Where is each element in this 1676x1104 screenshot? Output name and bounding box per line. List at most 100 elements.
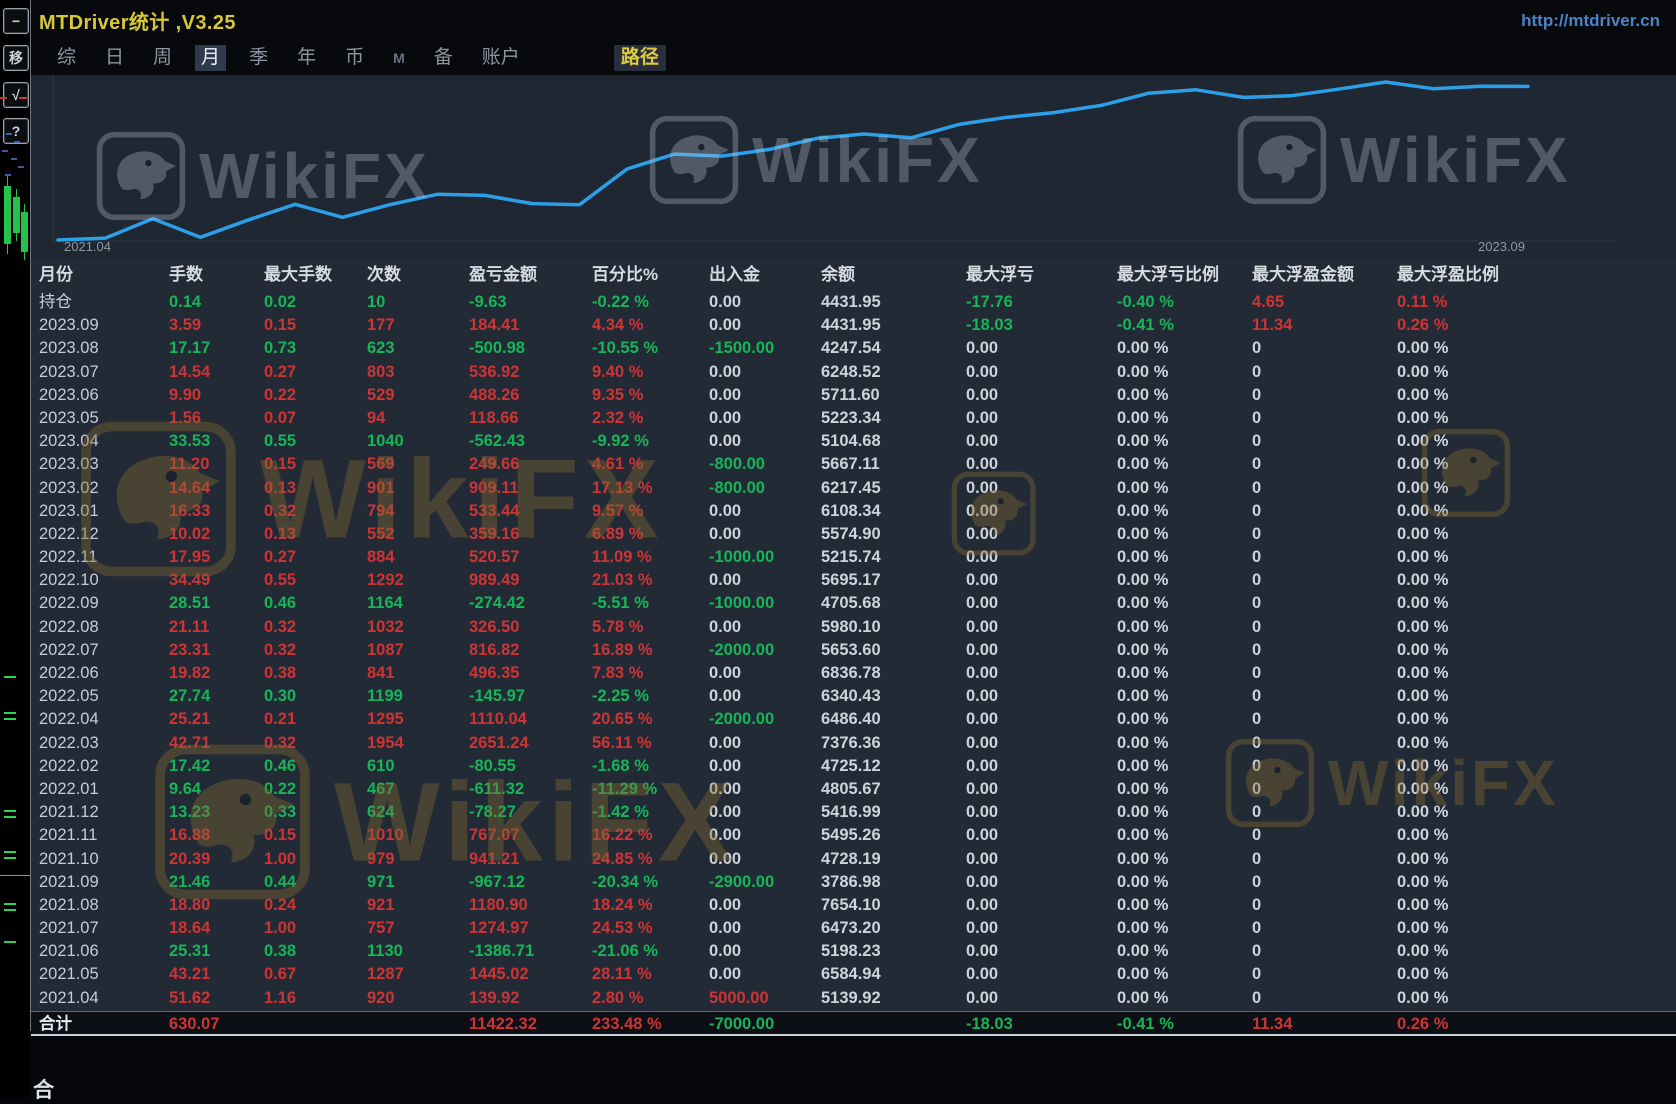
menu-item-monthly[interactable]: 月: [195, 45, 226, 71]
cell-pnl: 184.41: [469, 314, 592, 337]
cell-lots: 23.31: [169, 639, 264, 662]
cell-pct: -5.51 %: [592, 592, 709, 615]
cell-max-float-loss: 0.00: [966, 407, 1117, 430]
cell-pct: -20.34 %: [592, 871, 709, 894]
cell-month: 2022.03: [39, 732, 169, 755]
menu-item-yearly[interactable]: 年: [291, 45, 322, 71]
cell-pct: 56.11 %: [592, 732, 709, 755]
cell-lots: 14.54: [169, 361, 264, 384]
menu-item-M[interactable]: M: [387, 45, 411, 71]
table-row-2021.05: 2021.0543.210.6712871445.0228.11 %0.0065…: [31, 963, 1676, 986]
cell-balance: 6248.52: [821, 361, 966, 384]
cell-pct: -10.55 %: [592, 337, 709, 360]
menu-item-daily[interactable]: 日: [99, 45, 130, 71]
cell-cashflow: 5000.00: [709, 987, 821, 1010]
cell-cashflow: 0.00: [709, 917, 821, 940]
cell-max-lots: 0.02: [264, 291, 367, 314]
cell-month: 2022.12: [39, 523, 169, 546]
cell-max-float-profit: 11.34: [1252, 314, 1397, 337]
cell-max-float-profit: 0: [1252, 894, 1397, 917]
table-row-2023.05: 2023.051.560.0794118.662.32 %0.005223.34…: [31, 407, 1676, 430]
menu-item-remark[interactable]: 备: [428, 45, 459, 71]
cell-max-float-profit: 0: [1252, 569, 1397, 592]
cell-max-float-loss: -18.03: [966, 1012, 1117, 1034]
menu-item-account[interactable]: 账户: [476, 45, 526, 71]
cell-pnl: -500.98: [469, 337, 592, 360]
cell-max-float-loss-pct: 0.00 %: [1117, 917, 1252, 940]
table-row-2022.12: 2022.1210.020.13552359.166.89 %0.005574.…: [31, 523, 1676, 546]
decoration-mark: [4, 810, 16, 812]
cell-max-float-loss: 0.00: [966, 963, 1117, 986]
cell-balance: 5104.68: [821, 430, 966, 453]
cell-balance: 5980.10: [821, 616, 966, 639]
cell-pct: 9.57 %: [592, 500, 709, 523]
decoration-mark: [18, 166, 24, 168]
cell-trades: 1010: [367, 824, 469, 847]
column-header-lots: 手数: [169, 258, 264, 291]
cell-max-lots: 0.46: [264, 755, 367, 778]
cell-month: 2022.06: [39, 662, 169, 685]
column-header-trades: 次数: [367, 258, 469, 291]
mtdriver-statistics-window: { "window": { "title": "MTDriver统计 ,V3.2…: [0, 0, 1676, 1097]
cell-lots: 21.46: [169, 871, 264, 894]
cell-month: 2021.12: [39, 801, 169, 824]
menu-item-weekly[interactable]: 周: [147, 45, 178, 71]
cell-max-float-profit-pct: 0.00 %: [1397, 824, 1676, 847]
cell-max-float-profit: 0: [1252, 407, 1397, 430]
cell-trades: 10: [367, 291, 469, 314]
cell-trades: 979: [367, 848, 469, 871]
cell-max-float-loss-pct: 0.00 %: [1117, 546, 1252, 569]
cell-max-float-loss-pct: 0.00 %: [1117, 453, 1252, 476]
cell-max-float-loss-pct: 0.00 %: [1117, 662, 1252, 685]
cell-max-lots: 0.27: [264, 546, 367, 569]
cell-trades: 884: [367, 546, 469, 569]
cell-max-float-loss-pct: 0.00 %: [1117, 871, 1252, 894]
cell-max-float-loss: 0.00: [966, 453, 1117, 476]
table-total-row: 合计630.0711422.32233.48 %-7000.00-18.03-0…: [31, 1011, 1676, 1036]
move-button[interactable]: 移: [3, 45, 29, 71]
cell-trades: 623: [367, 337, 469, 360]
menu-item-path[interactable]: 路径: [614, 45, 666, 71]
cell-cashflow: 0.00: [709, 848, 821, 871]
column-header-month: 月份: [39, 258, 169, 291]
check-button[interactable]: √: [3, 82, 29, 108]
cell-pct: 11.09 %: [592, 546, 709, 569]
cell-trades: 841: [367, 662, 469, 685]
minimize-button[interactable]: −: [3, 8, 29, 34]
cell-max-float-profit: 0: [1252, 848, 1397, 871]
cell-balance: 7376.36: [821, 732, 966, 755]
cell-max-lots: 1.00: [264, 917, 367, 940]
cell-max-float-profit: 0: [1252, 824, 1397, 847]
menu-item-currency[interactable]: 币: [339, 45, 370, 71]
cell-pct: 24.85 %: [592, 848, 709, 871]
cell-trades: [367, 1012, 469, 1034]
cell-cashflow: -7000.00: [709, 1012, 821, 1034]
cell-trades: 803: [367, 361, 469, 384]
cell-max-float-profit-pct: 0.00 %: [1397, 523, 1676, 546]
cell-month: 2021.08: [39, 894, 169, 917]
table-row-2021.08: 2021.0818.800.249211180.9018.24 %0.00765…: [31, 894, 1676, 917]
cell-max-float-profit-pct: 0.00 %: [1397, 963, 1676, 986]
cell-max-float-profit-pct: 0.11 %: [1397, 291, 1676, 314]
decoration-mark: [14, 141, 20, 143]
cell-max-float-profit-pct: 0.00 %: [1397, 407, 1676, 430]
table-row-2022.07: 2022.0723.310.321087816.8216.89 %-2000.0…: [31, 639, 1676, 662]
decoration-mark: [4, 718, 16, 720]
cell-pnl: 1274.97: [469, 917, 592, 940]
cell-pct: -21.06 %: [592, 940, 709, 963]
menu-item-summary[interactable]: 综: [51, 45, 82, 71]
cell-max-lots: 0.33: [264, 801, 367, 824]
cell-month: 2021.05: [39, 963, 169, 986]
cell-max-float-loss: 0.00: [966, 824, 1117, 847]
website-link[interactable]: http://mtdriver.cn: [1521, 11, 1660, 31]
menu-item-quarterly[interactable]: 季: [243, 45, 274, 71]
cell-max-float-profit: 0: [1252, 500, 1397, 523]
cell-max-lots: 0.21: [264, 708, 367, 731]
decoration-mark: [5, 174, 11, 176]
cell-pnl: -145.97: [469, 685, 592, 708]
cell-max-float-loss-pct: 0.00 %: [1117, 755, 1252, 778]
cell-balance: 6217.45: [821, 477, 966, 500]
cell-month: 2023.08: [39, 337, 169, 360]
cell-max-float-profit: 0: [1252, 592, 1397, 615]
title-bar: MTDriver统计 ,V3.25 http://mtdriver.cn: [31, 0, 1676, 41]
